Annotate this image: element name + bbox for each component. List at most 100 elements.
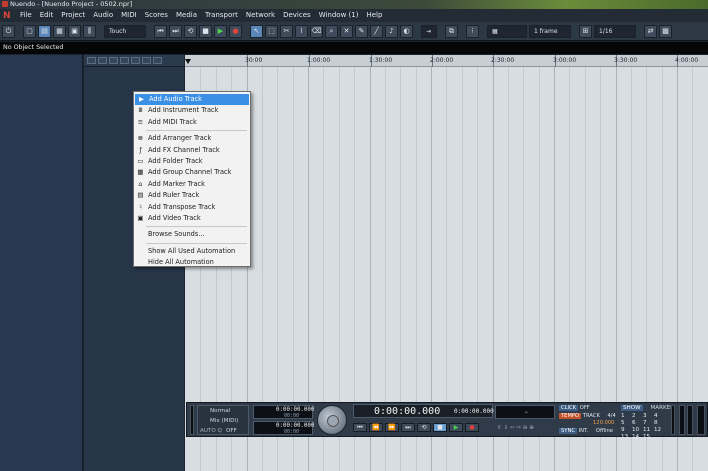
stop-button[interactable]: ■ [199,24,212,38]
menu-item-add-audio-track[interactable]: ▶ Add Audio Track [135,94,249,106]
timeline-ruler[interactable]: 30:00 1:00:00 1:30:00 2:00:00 2:30:00 3:… [185,55,708,67]
project-cursor-icon[interactable] [185,59,191,64]
track-list-expand-icon[interactable] [153,57,162,64]
track-list-write-icon[interactable] [120,57,129,64]
nudge-palette-button[interactable]: ⇥ [421,24,437,38]
marker-button[interactable]: 14 [632,434,643,440]
sync-label[interactable]: SYNC [559,428,577,434]
rewind-button[interactable]: ⏪ [369,423,383,432]
click-label[interactable]: CLICK [559,405,579,411]
quantize-icon[interactable]: ⊞ [579,24,592,38]
activate-project-button[interactable]: ⏻ [2,24,15,38]
record-mode-mix[interactable]: Mix (MIDI) [210,418,238,424]
output-fader[interactable] [697,405,705,435]
menu-audio[interactable]: Audio [89,9,117,22]
color-tool-icon[interactable]: ◐ [400,24,413,38]
mute-tool-icon[interactable]: ✕ [340,24,353,38]
overview-toggle-button[interactable]: ▦ [53,24,66,38]
grid-type-select[interactable]: ▦ [487,24,527,38]
track-list-settings-icon[interactable] [142,57,151,64]
automation-mode-select[interactable]: Touch [104,24,146,38]
right-locator-display[interactable]: 0:00:00.000 00:00 [253,421,314,435]
menu-item-hide-all-automation[interactable]: Hide All Automation [134,257,250,268]
mixer-button[interactable]: ⫼ [83,24,96,38]
left-locator-display[interactable]: 0:00:00.000 00:00 [253,405,314,419]
marker-button[interactable]: 12 [654,427,665,433]
menu-devices[interactable]: Devices [279,9,315,22]
play-tool-icon[interactable]: ♪ [385,24,398,38]
menu-item-add-instrument-track[interactable]: Ⅲ Add Instrument Track [134,105,250,116]
menu-item-add-arranger-track[interactable]: ≣ Add Arranger Track [134,133,250,144]
menu-file[interactable]: File [16,9,36,22]
marker-button[interactable]: 8 [654,420,665,426]
erase-tool-icon[interactable]: ⌫ [310,24,323,38]
marker-button[interactable]: 13 [621,434,632,440]
marker-button[interactable]: 5 [621,420,632,426]
menu-scores[interactable]: Scores [141,9,172,22]
marker-button[interactable]: 10 [632,427,643,433]
track-list-mute-icon[interactable] [87,57,96,64]
go-to-start-button[interactable]: ⏮ [154,24,167,38]
tempo-label[interactable]: TEMPO [559,413,582,419]
line-tool-icon[interactable]: ╱ [370,24,383,38]
pool-button[interactable]: ▣ [68,24,81,38]
play-button[interactable]: ▶ [214,24,227,38]
fast-forward-button[interactable]: ⏩ [385,423,399,432]
menu-item-browse-sounds[interactable]: Browse Sounds... [134,229,250,240]
rewind-start-button[interactable]: ⏮ [353,423,367,432]
track-list-folder-icon[interactable] [131,57,140,64]
time-display[interactable]: 0:00:00.000 0:00:00.000 [353,404,494,418]
menu-item-add-video-track[interactable]: ▣ Add Video Track [134,213,250,224]
record-button[interactable]: ● [229,24,242,38]
go-to-end-transport-button[interactable]: ⏭ [401,423,415,432]
marker-locator-display[interactable]: ⌄ [495,405,555,419]
autoscroll-icon[interactable]: ⇄ [644,24,657,38]
object-selection-tool-icon[interactable]: ↖ [250,24,263,38]
marker-button[interactable]: 9 [621,427,632,433]
marker-button[interactable]: 4 [654,413,665,419]
quantize-value-select[interactable]: 1/16 [594,24,636,38]
snap-type-button[interactable]: ⧉ [445,24,458,38]
stop-transport-button[interactable]: ■ [433,423,447,432]
menu-edit[interactable]: Edit [36,9,58,22]
infoline-toggle-button[interactable]: ▤ [38,24,51,38]
menu-item-add-midi-track[interactable]: ≡ Add MIDI Track [134,117,250,128]
menu-item-add-ruler-track[interactable]: ▤ Add Ruler Track [134,190,250,201]
menu-item-add-fx-channel-track[interactable]: ƒ Add FX Channel Track [134,145,250,156]
record-transport-button[interactable]: ● [465,423,479,432]
color-palette-icon[interactable]: ▩ [659,24,672,38]
menu-item-add-transpose-track[interactable]: ♮ Add Transpose Track [134,202,250,213]
menu-item-show-all-used-automation[interactable]: Show All Used Automation [134,246,250,257]
snap-on-off-icon[interactable]: ⁝ [466,24,479,38]
menu-window[interactable]: Window (1) [315,9,363,22]
menu-item-add-group-channel-track[interactable]: ▦ Add Group Channel Track [134,167,250,178]
go-to-end-button[interactable]: ⏭ [169,24,182,38]
menu-network[interactable]: Network [242,9,279,22]
cycle-button[interactable]: ⟲ [184,24,197,38]
menu-midi[interactable]: MIDI [117,9,141,22]
marker-button[interactable]: 11 [643,427,654,433]
record-mode-normal[interactable]: Normal [210,408,230,414]
auto-quantize-value[interactable]: OFF [226,428,237,434]
menu-media[interactable]: Media [172,9,201,22]
zoom-tool-icon[interactable]: ⌕ [325,24,338,38]
marker-show-label[interactable]: SHOW [621,405,643,411]
menu-item-add-marker-track[interactable]: ⌂ Add Marker Track [134,179,250,190]
quantize-frame-select[interactable]: 1 frame [529,24,571,38]
track-list-solo-icon[interactable] [98,57,107,64]
range-selection-tool-icon[interactable]: ⬚ [265,24,278,38]
menu-item-add-folder-track[interactable]: ▭ Add Folder Track [134,156,250,167]
cycle-transport-button[interactable]: ⟲ [417,423,431,432]
draw-tool-icon[interactable]: ✎ [355,24,368,38]
track-list-read-icon[interactable] [109,57,118,64]
marker-button[interactable]: 2 [632,413,643,419]
play-transport-button[interactable]: ▶ [449,423,463,432]
arrow-buttons-icon[interactable]: ⇧ ⇩ ⇦ ⇨ ⊖ ⊕ [497,425,534,431]
marker-button[interactable]: 6 [632,420,643,426]
marker-button[interactable]: 3 [643,413,654,419]
split-tool-icon[interactable]: ✂ [280,24,293,38]
inspector-toggle-button[interactable]: ▢ [23,24,36,38]
jog-wheel[interactable] [317,405,347,435]
menu-transport[interactable]: Transport [201,9,242,22]
glue-tool-icon[interactable]: ⌇ [295,24,308,38]
